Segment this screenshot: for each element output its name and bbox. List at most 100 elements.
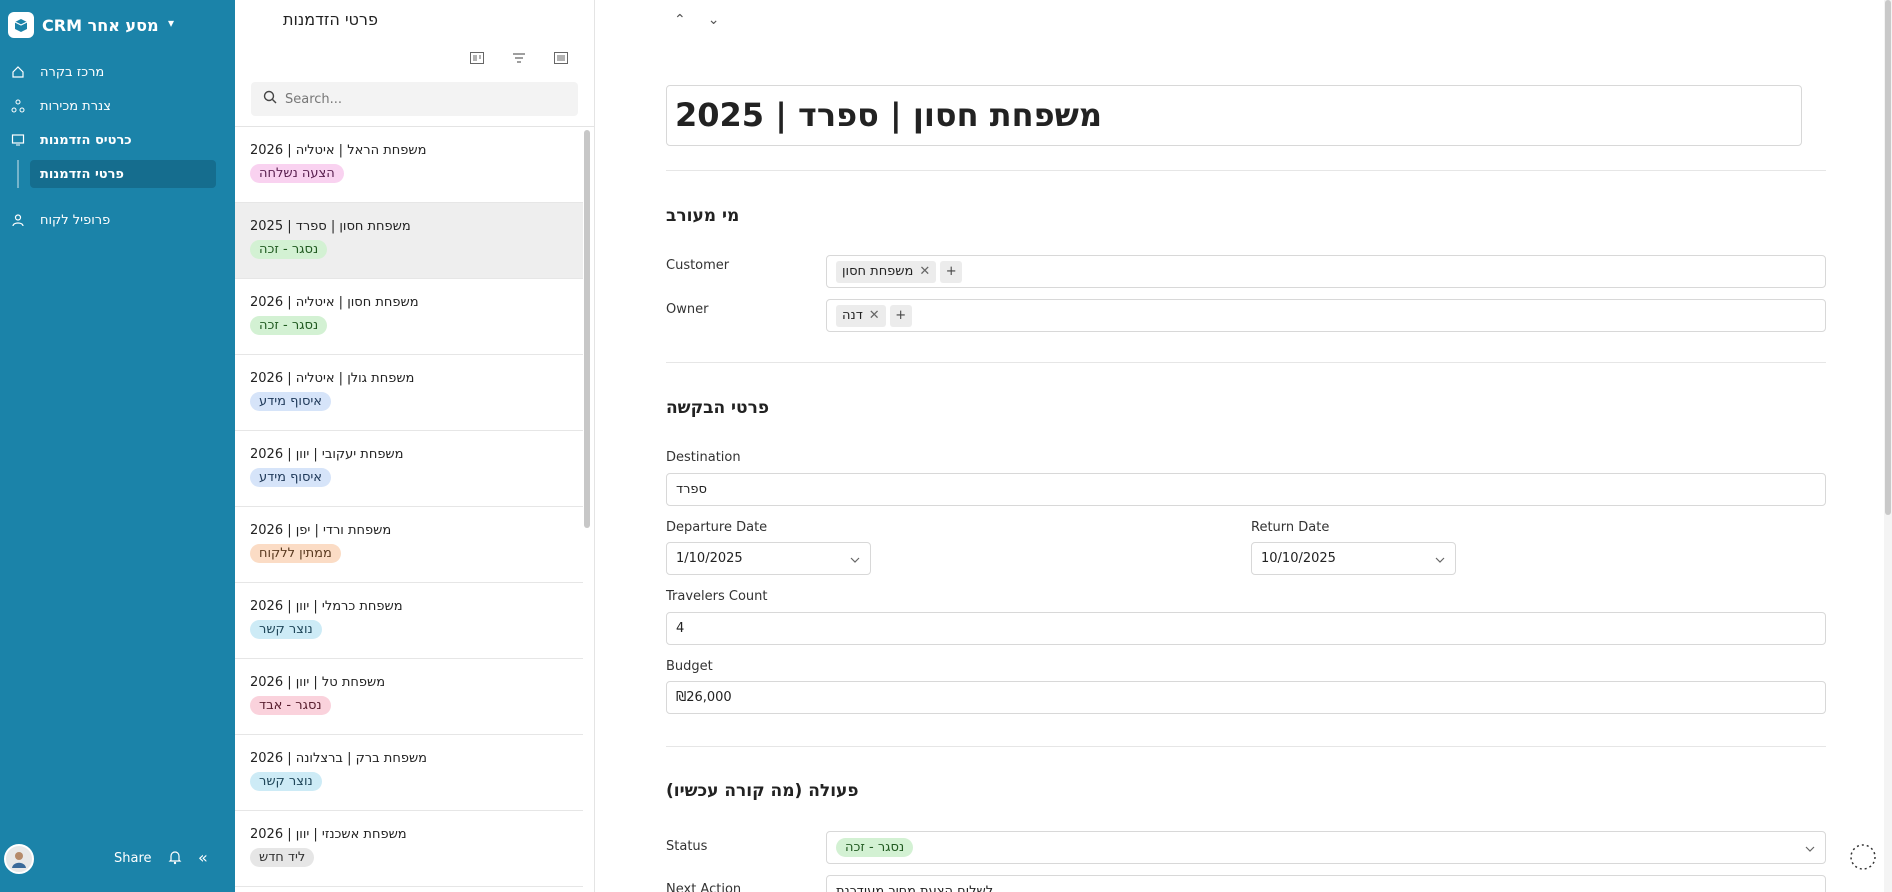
next-action-field[interactable]: לשלוח הצעת מחיר מעודכנת bbox=[826, 875, 1826, 892]
list-item-name: משפחת יעקובי | יוון | 2026 bbox=[250, 447, 404, 462]
sidebar-item-label: צנרת מכירות bbox=[40, 98, 111, 114]
departure-date-picker[interactable]: 1/10/2025 bbox=[666, 542, 871, 575]
avatar[interactable] bbox=[4, 844, 34, 874]
owner-field[interactable]: דנה ✕ + bbox=[826, 299, 1826, 332]
list-item[interactable]: משפחת ורדי | יפן | 2026 ממתין ללקוח bbox=[235, 507, 583, 583]
owner-label: Owner bbox=[666, 302, 709, 317]
customer-chip[interactable]: משפחת חסון ✕ bbox=[836, 260, 937, 283]
share-button[interactable]: Share bbox=[114, 851, 152, 866]
status-badge: איסוף מידע bbox=[250, 468, 331, 487]
list-item[interactable]: משפחת אשכנזי | יוון | 2026 ליד חדש bbox=[235, 811, 583, 887]
divider bbox=[666, 362, 1826, 363]
list-item-name: משפחת כרמלי | יוון | 2026 bbox=[250, 599, 403, 614]
departure-date-value: 1/10/2025 bbox=[676, 551, 743, 566]
record-detail: ⌃ ⌄ משפחת חסון | ספרד | 2025 מי מעורב Cu… bbox=[596, 0, 1892, 892]
travelers-count-label: Travelers Count bbox=[666, 589, 768, 604]
plus-icon[interactable]: + bbox=[940, 260, 963, 283]
list-scrollbar[interactable] bbox=[584, 130, 590, 528]
record-list: משפחת הראל | איטליה | 2026 הצעה נשלחה משפח… bbox=[235, 127, 583, 892]
status-badge: ליד חדש bbox=[250, 848, 315, 867]
sidebar-item-label: כרטיס הזדמנות bbox=[40, 132, 132, 148]
chevron-up-icon[interactable]: ⌃ bbox=[674, 12, 686, 28]
sidebar-footer: Share « bbox=[4, 844, 225, 874]
collapse-sidebar-icon[interactable]: « bbox=[198, 848, 208, 867]
list-item[interactable]: משפחת יעקובי | יוון | 2026 איסוף מידע bbox=[235, 431, 583, 507]
list-item-name: משפחת הראל | איטליה | 2026 bbox=[250, 143, 427, 158]
home-icon bbox=[10, 64, 26, 80]
status-badge: הצעה נשלחה bbox=[250, 164, 344, 183]
divider bbox=[666, 170, 1826, 171]
budget-field[interactable]: ₪26,000 bbox=[666, 681, 1826, 714]
list-item[interactable]: משפחת גולן | איטליה | 2026 איסוף מידע bbox=[235, 355, 583, 431]
list-view-icon[interactable] bbox=[549, 48, 573, 68]
destination-field[interactable]: ספרד bbox=[666, 473, 1826, 506]
search-placeholder: Search... bbox=[285, 91, 343, 107]
list-item[interactable]: משפחת חסון | ספרד | 2025 נסגר - זכה bbox=[235, 203, 583, 279]
sidebar-item-opportunity-card[interactable]: כרטיס הזדמנות bbox=[10, 126, 218, 154]
pipeline-icon bbox=[10, 98, 26, 114]
return-date-value: 10/10/2025 bbox=[1261, 551, 1336, 566]
chevron-down-icon bbox=[1435, 552, 1445, 567]
sidebar-subitem-opportunity-details[interactable]: פרטי הזדמנות bbox=[30, 160, 216, 188]
list-item[interactable]: משפחת הראל | איטליה | 2026 הצעה נשלחה bbox=[235, 127, 583, 203]
sidebar-item-pipeline[interactable]: צנרת מכירות bbox=[10, 92, 218, 120]
list-item[interactable]: משפחת חסון | איטליה | 2026 נסגר - זכה bbox=[235, 279, 583, 355]
sidebar-item-label: מרכז בקרה bbox=[40, 64, 105, 80]
return-date-label: Return Date bbox=[1251, 520, 1330, 535]
owner-chip[interactable]: דנה ✕ bbox=[836, 304, 886, 327]
record-nav: ⌃ ⌄ bbox=[674, 12, 719, 28]
record-title-field[interactable]: משפחת חסון | ספרד | 2025 bbox=[666, 85, 1802, 146]
list-item-name: משפחת חסון | ספרד | 2025 bbox=[250, 219, 411, 234]
status-badge: נסגר - זכה bbox=[250, 240, 328, 259]
close-icon[interactable]: ✕ bbox=[869, 308, 880, 323]
list-item[interactable]: משפחת כרמלי | יוון | 2026 נוצר קשר bbox=[235, 583, 583, 659]
status-badge: נסגר - זכה bbox=[250, 316, 328, 335]
status-badge: איסוף מידע bbox=[250, 392, 331, 411]
page-scrollbar[interactable] bbox=[1884, 0, 1892, 892]
workspace-header[interactable]: CRM מסע אחר ▾ bbox=[8, 12, 227, 38]
budget-label: Budget bbox=[666, 659, 713, 674]
tree-line bbox=[17, 160, 19, 188]
close-icon[interactable]: ✕ bbox=[919, 264, 930, 279]
status-badge: נסגר - אבד bbox=[250, 696, 331, 715]
chevron-down-icon[interactable]: ⌄ bbox=[708, 12, 720, 28]
customer-label: Customer bbox=[666, 258, 730, 273]
list-item-name: משפחת טל | יוון | 2026 bbox=[250, 675, 386, 690]
status-badge: נסגר - זכה bbox=[836, 838, 914, 857]
return-date-picker[interactable]: 10/10/2025 bbox=[1251, 542, 1456, 575]
search-input[interactable]: Search... bbox=[251, 82, 578, 116]
status-badge: ממתין ללקוח bbox=[250, 544, 341, 563]
sidebar: CRM מסע אחר ▾ מרכז בקרה צנרת מכירות כרטי… bbox=[0, 0, 235, 892]
loading-spinner-icon bbox=[1848, 842, 1878, 872]
monitor-icon bbox=[10, 132, 26, 148]
filter-icon[interactable] bbox=[507, 48, 531, 68]
list-item-name: משפחת אשכנזי | יוון | 2026 bbox=[250, 827, 407, 842]
list-item[interactable]: משפחת ברק | ברצלונה | 2026 נוצר קשר bbox=[235, 735, 583, 811]
plus-icon[interactable]: + bbox=[889, 304, 912, 327]
list-item[interactable]: משפחת טל | יוון | 2026 נסגר - אבד bbox=[235, 659, 583, 735]
list-toolbar bbox=[465, 48, 573, 68]
travelers-count-field[interactable]: 4 bbox=[666, 612, 1826, 645]
layout-icon[interactable] bbox=[465, 48, 489, 68]
person-icon bbox=[10, 212, 26, 228]
list-item-name: משפחת ברק | ברצלונה | 2026 bbox=[250, 751, 427, 766]
section-title-who: מי מעורב bbox=[666, 206, 740, 226]
customer-field[interactable]: משפחת חסון ✕ + bbox=[826, 255, 1826, 288]
departure-date-label: Departure Date bbox=[666, 520, 768, 535]
chevron-down-icon bbox=[850, 552, 860, 567]
bell-icon[interactable] bbox=[168, 850, 182, 869]
section-title-action: פעולה (מה קורה עכשיו) bbox=[666, 781, 859, 801]
chevron-down-icon[interactable]: ▾ bbox=[168, 16, 174, 30]
sidebar-item-customer-profile[interactable]: פרופיל לקוח bbox=[10, 206, 218, 234]
status-label: Status bbox=[666, 839, 708, 854]
sidebar-item-label: פרופיל לקוח bbox=[40, 212, 111, 228]
section-title-request: פרטי הבקשה bbox=[666, 398, 770, 418]
scroll-thumb[interactable] bbox=[1885, 0, 1891, 515]
chevron-down-icon bbox=[1805, 841, 1815, 856]
record-list-panel: פרטי הזדמנות Search... משפחת הראל | איטל… bbox=[235, 0, 595, 892]
sidebar-item-dashboard[interactable]: מרכז בקרה bbox=[10, 58, 218, 86]
next-action-label: Next Action bbox=[666, 882, 742, 892]
list-item-name: משפחת גולן | איטליה | 2026 bbox=[250, 371, 415, 386]
chip-label: דנה bbox=[842, 308, 863, 323]
status-select[interactable]: נסגר - זכה bbox=[826, 831, 1826, 864]
